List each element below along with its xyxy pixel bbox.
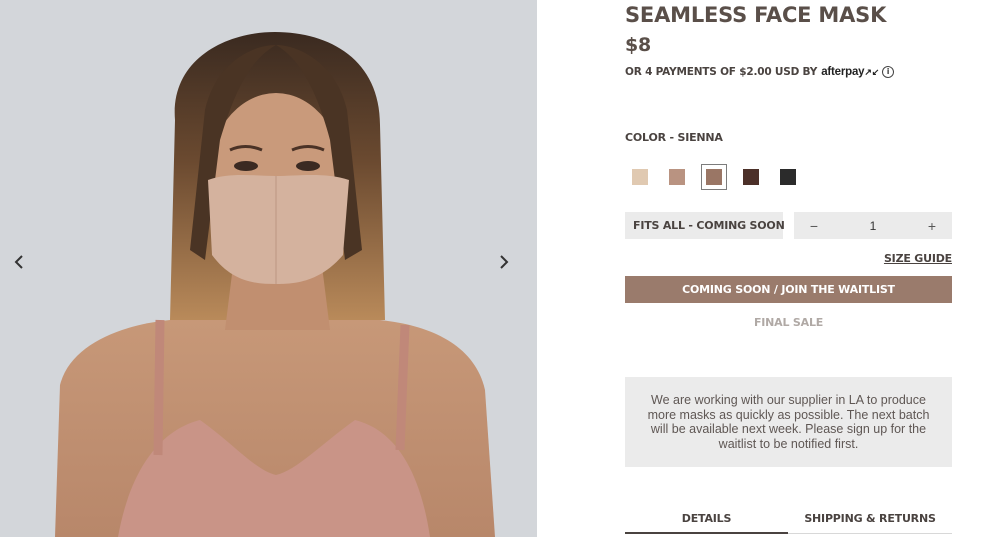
color-label: COLOR - SIENNA xyxy=(625,131,723,144)
chevron-right-icon xyxy=(500,255,509,269)
afterpay-logo: afterpay↗↙ xyxy=(821,66,879,78)
product-title: SEAMLESS FACE MASK xyxy=(625,3,887,27)
swatch-chip xyxy=(743,169,759,185)
quantity-increase-button[interactable]: + xyxy=(912,218,952,234)
installments-line: OR 4 PAYMENTS OF $2.00 USD BY afterpay↗↙… xyxy=(625,66,895,78)
tab-details[interactable]: DETAILS xyxy=(625,512,788,525)
swatch-sienna[interactable] xyxy=(701,164,727,190)
join-waitlist-button[interactable]: COMING SOON / JOIN THE WAITLIST xyxy=(625,276,952,303)
product-price: $8 xyxy=(625,34,652,56)
installments-text: OR 4 PAYMENTS OF $2.00 USD BY xyxy=(625,66,818,78)
swatch-chip xyxy=(706,169,722,185)
swatch-clay[interactable] xyxy=(664,164,690,190)
swatch-chip xyxy=(632,169,648,185)
final-sale-label: FINAL SALE xyxy=(753,316,824,329)
product-photo xyxy=(0,0,537,537)
swatch-cocoa[interactable] xyxy=(738,164,764,190)
swatch-chip xyxy=(780,169,796,185)
size-selected-value: FITS ALL - COMING SOON xyxy=(633,219,785,232)
afterpay-mark: ↗↙ xyxy=(864,67,880,77)
quantity-decrease-button[interactable]: − xyxy=(794,218,834,234)
tab-shipping-returns[interactable]: SHIPPING & RETURNS xyxy=(788,512,952,525)
waitlist-notice: We are working with our supplier in LA t… xyxy=(625,377,952,467)
chevron-left-icon xyxy=(14,255,23,269)
product-tabs: DETAILS SHIPPING & RETURNS xyxy=(625,505,952,537)
gallery-prev-button[interactable] xyxy=(13,254,37,280)
swatch-chip xyxy=(669,169,685,185)
swatch-sand[interactable] xyxy=(627,164,653,190)
product-image-gallery xyxy=(0,0,537,537)
swatch-onyx[interactable] xyxy=(775,164,801,190)
gallery-next-button[interactable] xyxy=(498,254,522,280)
active-tab-indicator xyxy=(625,532,788,534)
size-dropdown[interactable]: FITS ALL - COMING SOON xyxy=(625,212,785,239)
info-icon[interactable]: i xyxy=(882,66,895,78)
afterpay-brand: afterpay xyxy=(821,66,865,78)
quantity-stepper: − 1 + xyxy=(794,212,952,239)
size-guide-link[interactable]: SIZE GUIDE xyxy=(880,252,952,265)
quantity-value[interactable]: 1 xyxy=(834,219,912,233)
